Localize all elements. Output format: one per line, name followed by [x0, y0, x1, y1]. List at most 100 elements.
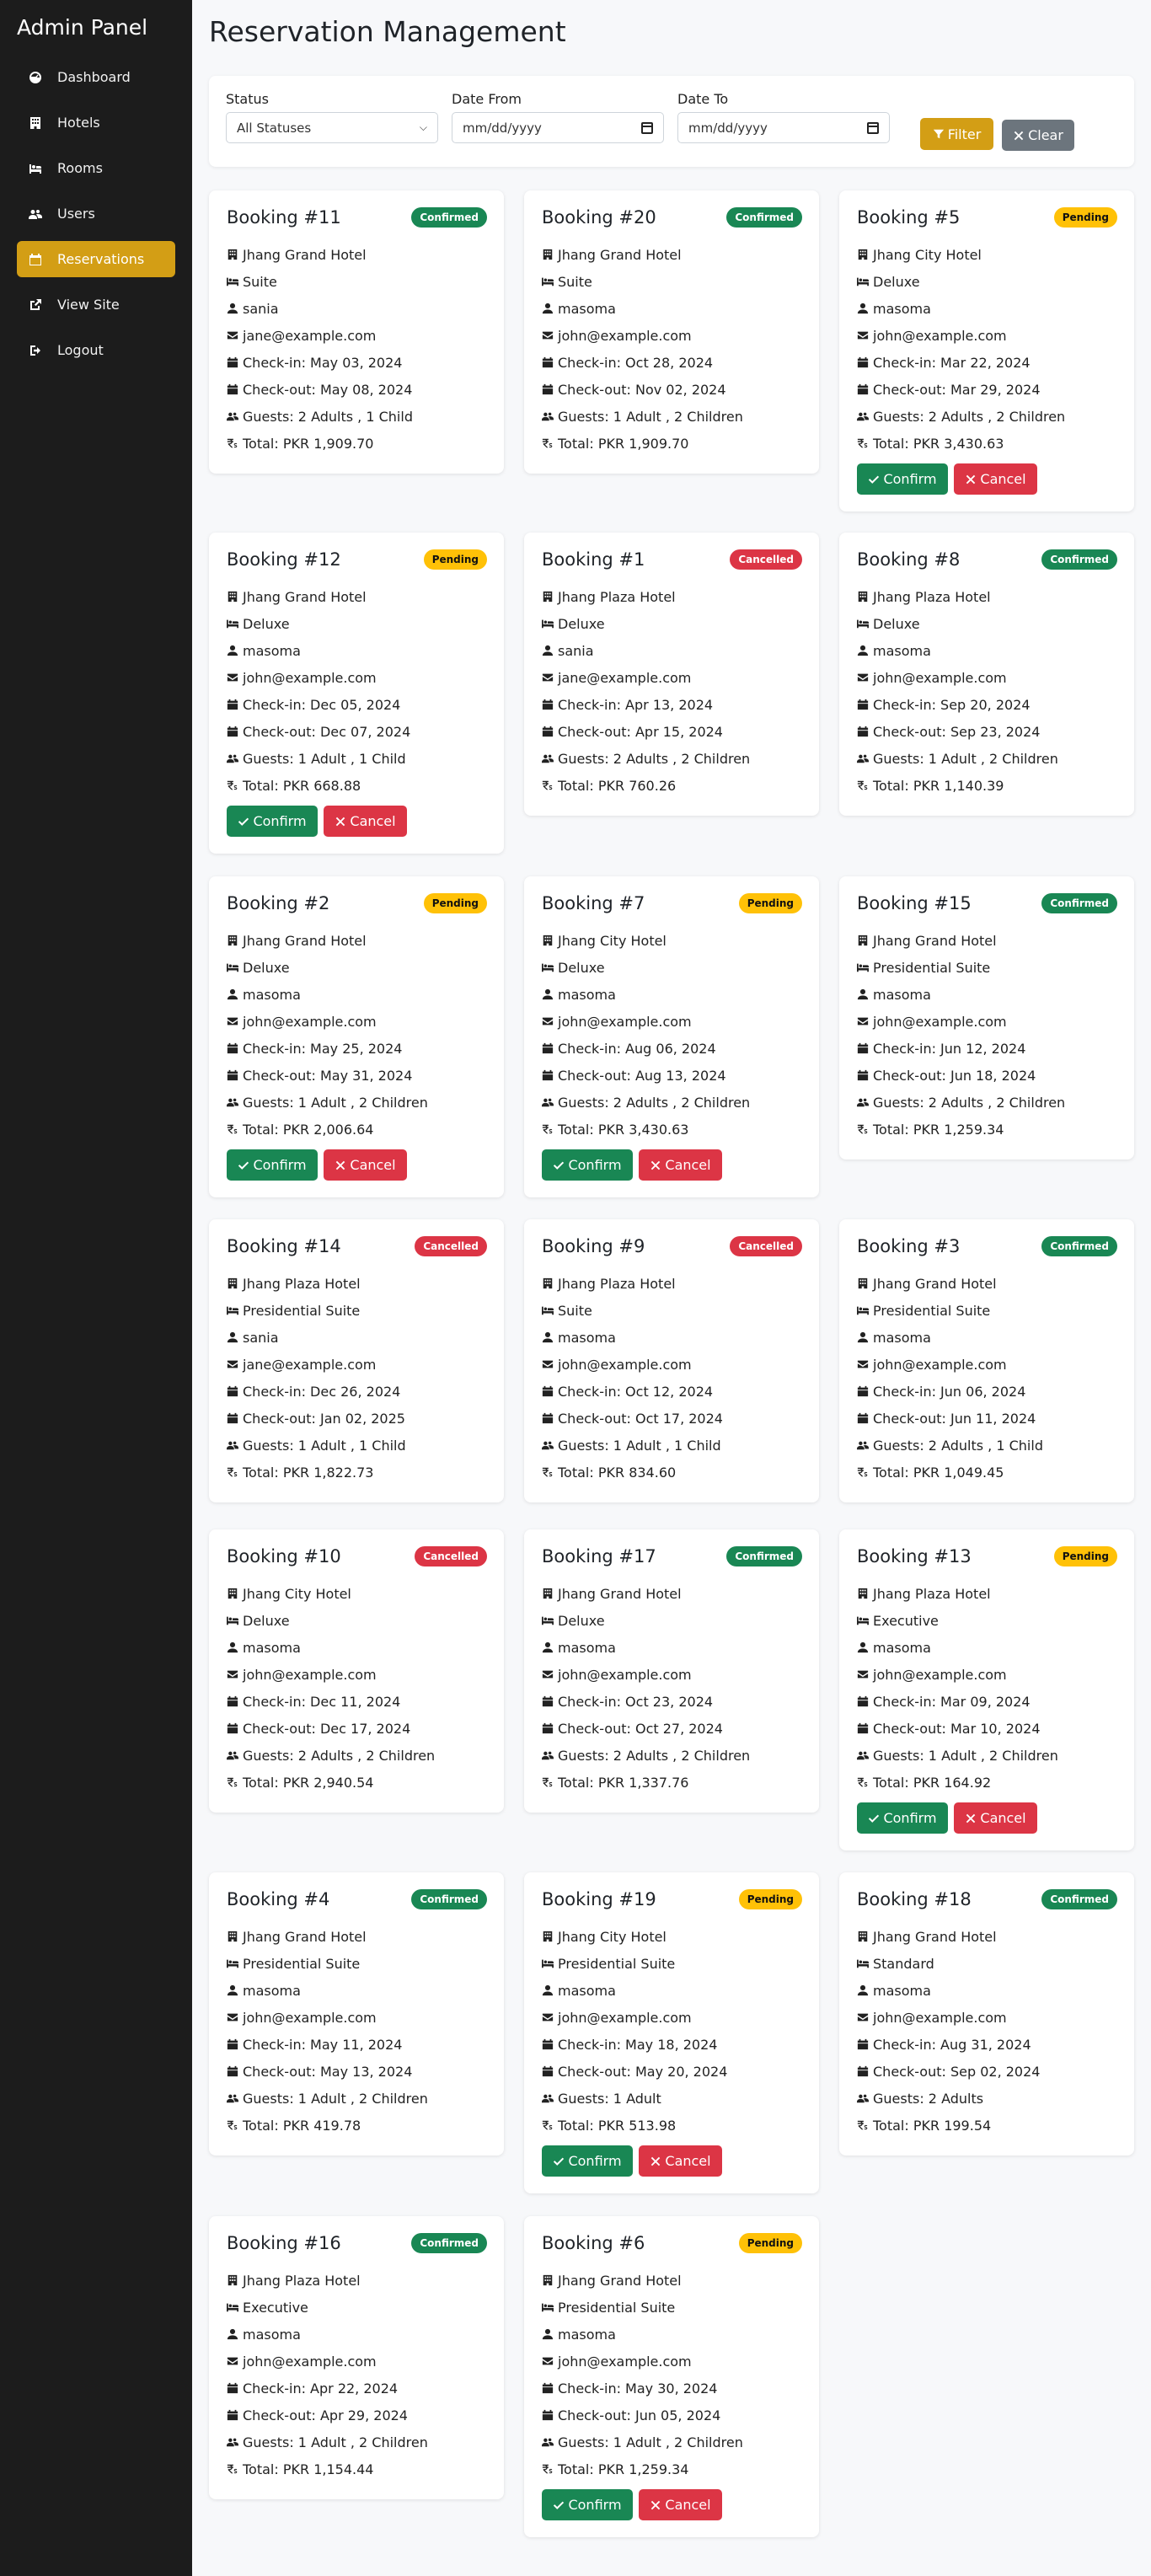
- check-in-date-text: Check-in: May 30, 2024: [558, 2380, 718, 2397]
- confirm-button[interactable]: Confirm: [542, 1149, 633, 1181]
- check-out-date-text: Check-out: Jun 18, 2024: [873, 1067, 1036, 1084]
- times-icon: [651, 1160, 661, 1170]
- sidebar-item-reservations[interactable]: Reservations: [17, 241, 175, 277]
- check-icon: [869, 475, 880, 484]
- hotel-name-text: Jhang City Hotel: [243, 1585, 351, 1602]
- user-icon: [542, 2328, 554, 2340]
- total-price-text: Total: PKR 419.78: [243, 2117, 361, 2134]
- calendar-day-icon: [227, 1722, 238, 1734]
- envelope-icon: [857, 329, 869, 341]
- guest-email-text: john@example.com: [873, 1666, 1007, 1683]
- guest-count-text: Guests: 2 Adults , 2 Children: [873, 1094, 1066, 1111]
- booking-total-price: Total: PKR 1,154.44: [227, 2456, 487, 2482]
- total-price-text: Total: PKR 1,259.34: [873, 1121, 1004, 1138]
- sidebar-item-hotels[interactable]: Hotels: [17, 104, 175, 141]
- date-from-input[interactable]: mm/dd/yyyy: [452, 112, 664, 143]
- filter-button[interactable]: Filter: [920, 118, 993, 150]
- booking-guest-count: Guests: 1 Adult , 1 Child: [227, 745, 487, 772]
- cancel-button[interactable]: Cancel: [954, 463, 1037, 495]
- bed-room-icon: [542, 1304, 554, 1316]
- booking-card: Booking #10 Cancelled Jhang City Hotel Delu…: [209, 1529, 504, 1813]
- booking-title: Booking #15: [857, 893, 972, 913]
- room-type-text: Deluxe: [243, 959, 290, 976]
- status-select[interactable]: All Statuses ⌵: [226, 112, 438, 143]
- booking-room-type: Deluxe: [227, 954, 487, 981]
- booking-guest-email: jane@example.com: [227, 322, 487, 349]
- cancel-button[interactable]: Cancel: [639, 1149, 722, 1181]
- date-to-input[interactable]: mm/dd/yyyy: [677, 112, 890, 143]
- calendar-day-icon: [857, 383, 869, 395]
- confirm-button[interactable]: Confirm: [857, 1802, 948, 1834]
- clear-button[interactable]: Clear: [1002, 120, 1074, 151]
- sidebar-item-rooms[interactable]: Rooms: [17, 150, 175, 186]
- rupee-icon: [542, 437, 554, 449]
- rupee-icon: [857, 1466, 869, 1478]
- check-in-date-text: Check-in: May 03, 2024: [243, 354, 403, 371]
- total-price-text: Total: PKR 834.60: [558, 1464, 677, 1481]
- confirm-button[interactable]: Confirm: [857, 463, 948, 495]
- calendar-picker-icon[interactable]: [867, 121, 879, 134]
- hotel-name-text: Jhang Grand Hotel: [873, 1928, 997, 1945]
- confirm-button[interactable]: Confirm: [227, 806, 318, 837]
- envelope-icon: [542, 2011, 554, 2023]
- calendar-picker-icon[interactable]: [641, 121, 653, 134]
- booking-guest-email: john@example.com: [542, 1008, 802, 1035]
- status-badge: Pending: [423, 549, 487, 570]
- booking-check-out-date: Check-out: May 20, 2024: [542, 2058, 802, 2085]
- status-label: Status: [226, 91, 269, 107]
- cancel-button[interactable]: Cancel: [954, 1802, 1037, 1834]
- booking-guest-count: Guests: 2 Adults , 1 Child: [857, 1432, 1117, 1459]
- hotel-building-icon: [227, 249, 238, 260]
- booking-guest-count: Guests: 1 Adult , 2 Children: [542, 403, 802, 430]
- sidebar-item-dashboard[interactable]: Dashboard: [17, 59, 175, 95]
- booking-check-out-date: Check-out: Jun 11, 2024: [857, 1405, 1117, 1432]
- bed-room-icon: [542, 1615, 554, 1626]
- booking-hotel-name: Jhang Grand Hotel: [227, 583, 487, 610]
- check-out-date-text: Check-out: Jun 05, 2024: [558, 2407, 721, 2423]
- room-type-text: Deluxe: [873, 615, 920, 632]
- confirm-button[interactable]: Confirm: [542, 2489, 633, 2520]
- sidebar-item-users[interactable]: Users: [17, 195, 175, 232]
- booking-card-header: Booking #20 Confirmed: [542, 206, 802, 229]
- confirm-button[interactable]: Confirm: [542, 2145, 633, 2177]
- guest-username-text: masoma: [873, 1329, 931, 1346]
- status-badge: Confirmed: [411, 207, 487, 228]
- user-icon: [542, 1984, 554, 1996]
- total-price-text: Total: PKR 668.88: [243, 777, 361, 794]
- guest-username-text: masoma: [243, 2326, 301, 2343]
- confirm-button[interactable]: Confirm: [227, 1149, 318, 1181]
- date-from-placeholder: mm/dd/yyyy: [463, 120, 542, 136]
- filter-icon: [933, 129, 944, 139]
- sidebar-item-logout[interactable]: Logout: [17, 332, 175, 368]
- users-icon: [857, 410, 869, 422]
- cancel-button[interactable]: Cancel: [639, 2489, 722, 2520]
- rupee-icon: [227, 1776, 238, 1788]
- booking-guest-email: john@example.com: [227, 2348, 487, 2375]
- sidebar-item-label: Dashboard: [57, 69, 131, 85]
- booking-card-header: Booking #8 Confirmed: [857, 548, 1117, 571]
- bed-room-icon: [227, 276, 238, 287]
- cancel-button[interactable]: Cancel: [324, 806, 407, 837]
- booking-title: Booking #13: [857, 1546, 972, 1566]
- booking-guest-username: masoma: [857, 295, 1117, 322]
- cancel-button[interactable]: Cancel: [324, 1149, 407, 1181]
- status-badge: Confirmed: [1041, 549, 1117, 570]
- status-badge: Confirmed: [1041, 1889, 1117, 1909]
- times-icon: [651, 2156, 661, 2166]
- booking-check-in-date: Check-in: May 30, 2024: [542, 2375, 802, 2402]
- check-icon: [238, 1161, 249, 1170]
- booking-guest-count: Guests: 1 Adult , 2 Children: [227, 1089, 487, 1116]
- status-badge: Confirmed: [726, 1546, 802, 1566]
- booking-guest-username: masoma: [542, 981, 802, 1008]
- sidebar-item-view-site[interactable]: View Site: [17, 287, 175, 323]
- booking-card: Booking #14 Cancelled Jhang Plaza Hotel Pre…: [209, 1219, 504, 1502]
- total-price-text: Total: PKR 1,049.45: [873, 1464, 1004, 1481]
- cancel-button-label: Cancel: [350, 1157, 396, 1173]
- rupee-icon: [542, 1466, 554, 1478]
- bed-room-icon: [542, 276, 554, 287]
- cancel-button[interactable]: Cancel: [639, 2145, 722, 2177]
- booking-card: Booking #17 Confirmed Jhang Grand Hotel Del…: [524, 1529, 819, 1813]
- users-icon: [542, 1096, 554, 1108]
- guest-count-text: Guests: 2 Adults , 1 Child: [243, 408, 413, 425]
- booking-card: Booking #16 Confirmed Jhang Plaza Hotel Exe…: [209, 2216, 504, 2499]
